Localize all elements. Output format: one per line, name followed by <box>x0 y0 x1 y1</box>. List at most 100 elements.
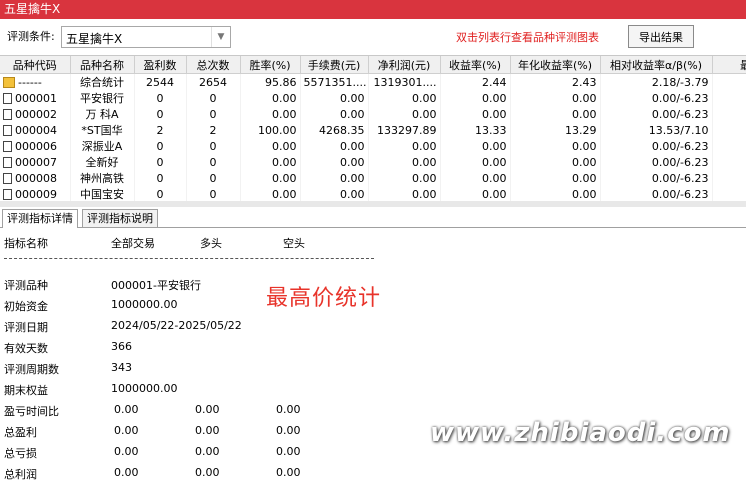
metric-value-short: 0.00 <box>276 424 301 437</box>
column-header[interactable]: 品种代码 <box>0 56 71 74</box>
cell-annual: 0.00 <box>510 106 601 122</box>
cell-annual: 0.00 <box>510 170 601 186</box>
cell-total: 0 <box>186 154 241 170</box>
cell-rate: 100.00 <box>240 122 301 138</box>
tab-metric-details[interactable]: 评测指标详情 <box>2 209 78 228</box>
metric-label: 评测品种 <box>4 279 48 292</box>
table-row[interactable]: 000002 万 科A 0 0 0.00 0.00 0.00 0.00 0.00 0.00/-6.… <box>0 106 746 122</box>
cell-fee: 4268.35 <box>300 122 369 138</box>
folder-icon <box>3 76 15 88</box>
cell-alpha: 0.00/-6.23 <box>600 170 713 186</box>
column-header[interactable]: 相对收益率α/β(%) <box>600 56 713 74</box>
cell-max <box>712 122 746 138</box>
column-header[interactable]: 最大 <box>712 56 746 74</box>
metric-value-long: 0.00 <box>195 424 220 437</box>
cell-name: 深振业A <box>70 138 135 154</box>
table-row[interactable]: 000006 深振业A 0 0 0.00 0.00 0.00 0.00 0.00 0.00/-6.… <box>0 138 746 154</box>
cell-win: 0 <box>134 154 187 170</box>
results-table: 品种代码 品种名称 盈利数 总次数 胜率(%) 手续费(元) 净利润(元) 收益… <box>0 56 746 202</box>
chevron-down-icon[interactable]: ▼ <box>211 27 230 47</box>
metric-value: 1000000.00 <box>111 382 178 395</box>
cell-profit: 1319301.... <box>368 73 441 90</box>
export-button[interactable]: 导出结果 <box>628 25 694 48</box>
window-title: 五星擒牛X <box>4 2 61 16</box>
column-header[interactable]: 胜率(%) <box>240 56 301 74</box>
column-header[interactable]: 手续费(元) <box>300 56 369 74</box>
cell-ret: 13.33 <box>440 122 511 138</box>
window-title-bar: 五星擒牛X <box>0 0 746 19</box>
metric-value-short: 0.00 <box>276 466 301 479</box>
cell-win: 2544 <box>134 73 187 90</box>
condition-select-value: 五星擒牛X <box>66 32 123 46</box>
metric-value: 000001-平安银行 <box>111 279 201 292</box>
cell-code: 000002 <box>0 106 71 122</box>
cell-total: 0 <box>186 186 241 202</box>
metric-label: 总亏损 <box>4 447 37 460</box>
overlay-title: 最高价统计 <box>266 286 382 311</box>
cell-rate: 95.86 <box>240 73 301 90</box>
cell-profit: 0.00 <box>368 106 441 122</box>
column-header[interactable]: 品种名称 <box>70 56 135 74</box>
cell-name: *ST国华 <box>70 122 135 138</box>
condition-select[interactable]: 五星擒牛X ▼ <box>61 26 231 48</box>
table-row[interactable]: 000007 全新好 0 0 0.00 0.00 0.00 0.00 0.00 0.00/-6.2… <box>0 154 746 170</box>
cell-max <box>712 138 746 154</box>
cell-name: 综合统计 <box>70 73 135 90</box>
table-row[interactable]: ------ 综合统计 2544 2654 95.86 5571351.... 131930… <box>0 73 746 90</box>
table-row[interactable]: 000009 中国宝安 0 0 0.00 0.00 0.00 0.00 0.00 0.00/-6.… <box>0 186 746 202</box>
tab-metric-explanation[interactable]: 评测指标说明 <box>82 209 158 227</box>
cell-ret: 2.44 <box>440 73 511 90</box>
cell-code-text: 000008 <box>15 171 57 185</box>
metric-label: 总盈利 <box>4 426 37 439</box>
table-body: ------ 综合统计 2544 2654 95.86 5571351.... 131930… <box>0 73 746 202</box>
detail-tabs: 评测指标详情 评测指标说明 <box>0 207 746 228</box>
metric-value: 343 <box>111 361 132 374</box>
document-icon <box>3 156 12 168</box>
metric-value-long: 0.00 <box>195 445 220 458</box>
table-row[interactable]: 000004 *ST国华 2 2 100.00 4268.35 133297.89 13.33… <box>0 122 746 138</box>
column-header[interactable]: 净利润(元) <box>368 56 441 74</box>
cell-win: 0 <box>134 106 187 122</box>
cell-annual: 0.00 <box>510 186 601 202</box>
cell-name: 中国宝安 <box>70 186 135 202</box>
results-grid[interactable]: 品种代码 品种名称 盈利数 总次数 胜率(%) 手续费(元) 净利润(元) 收益… <box>0 55 746 203</box>
document-icon <box>3 124 12 136</box>
cell-code-text: 000006 <box>15 139 57 153</box>
document-icon <box>3 92 12 104</box>
cell-rate: 0.00 <box>240 186 301 202</box>
metric-value: 366 <box>111 340 132 353</box>
metric-value-all: 0.00 <box>114 466 139 479</box>
cell-max <box>712 170 746 186</box>
detail-header-short: 空头 <box>283 237 305 250</box>
cell-annual: 2.43 <box>510 73 601 90</box>
cell-annual: 0.00 <box>510 90 601 106</box>
cell-rate: 0.00 <box>240 90 301 106</box>
cell-total: 0 <box>186 90 241 106</box>
metric-label: 盈亏时间比 <box>4 405 59 418</box>
cell-ret: 0.00 <box>440 154 511 170</box>
cell-name: 万 科A <box>70 106 135 122</box>
table-row[interactable]: 000001 平安银行 0 0 0.00 0.00 0.00 0.00 0.00 0.00/-6.… <box>0 90 746 106</box>
column-header[interactable]: 年化收益率(%) <box>510 56 601 74</box>
cell-fee: 0.00 <box>300 186 369 202</box>
cell-win: 0 <box>134 138 187 154</box>
cell-name: 全新好 <box>70 154 135 170</box>
watermark: www.zhibiaodi.com <box>430 418 731 448</box>
metric-value-long: 0.00 <box>195 466 220 479</box>
column-header[interactable]: 收益率(%) <box>440 56 511 74</box>
metric-label: 有效天数 <box>4 342 48 355</box>
column-header[interactable]: 盈利数 <box>134 56 187 74</box>
cell-ret: 0.00 <box>440 90 511 106</box>
metric-value-all: 0.00 <box>114 424 139 437</box>
cell-alpha: 2.18/-3.79 <box>600 73 713 90</box>
table-row[interactable]: 000008 神州高铁 0 0 0.00 0.00 0.00 0.00 0.00 0.00/-6.… <box>0 170 746 186</box>
cell-annual: 0.00 <box>510 154 601 170</box>
cell-ret: 0.00 <box>440 186 511 202</box>
cell-alpha: 0.00/-6.23 <box>600 106 713 122</box>
cell-total: 0 <box>186 138 241 154</box>
column-header[interactable]: 总次数 <box>186 56 241 74</box>
cell-profit: 0.00 <box>368 138 441 154</box>
detail-header-all: 全部交易 <box>111 237 155 250</box>
cell-win: 0 <box>134 186 187 202</box>
cell-alpha: 0.00/-6.23 <box>600 138 713 154</box>
